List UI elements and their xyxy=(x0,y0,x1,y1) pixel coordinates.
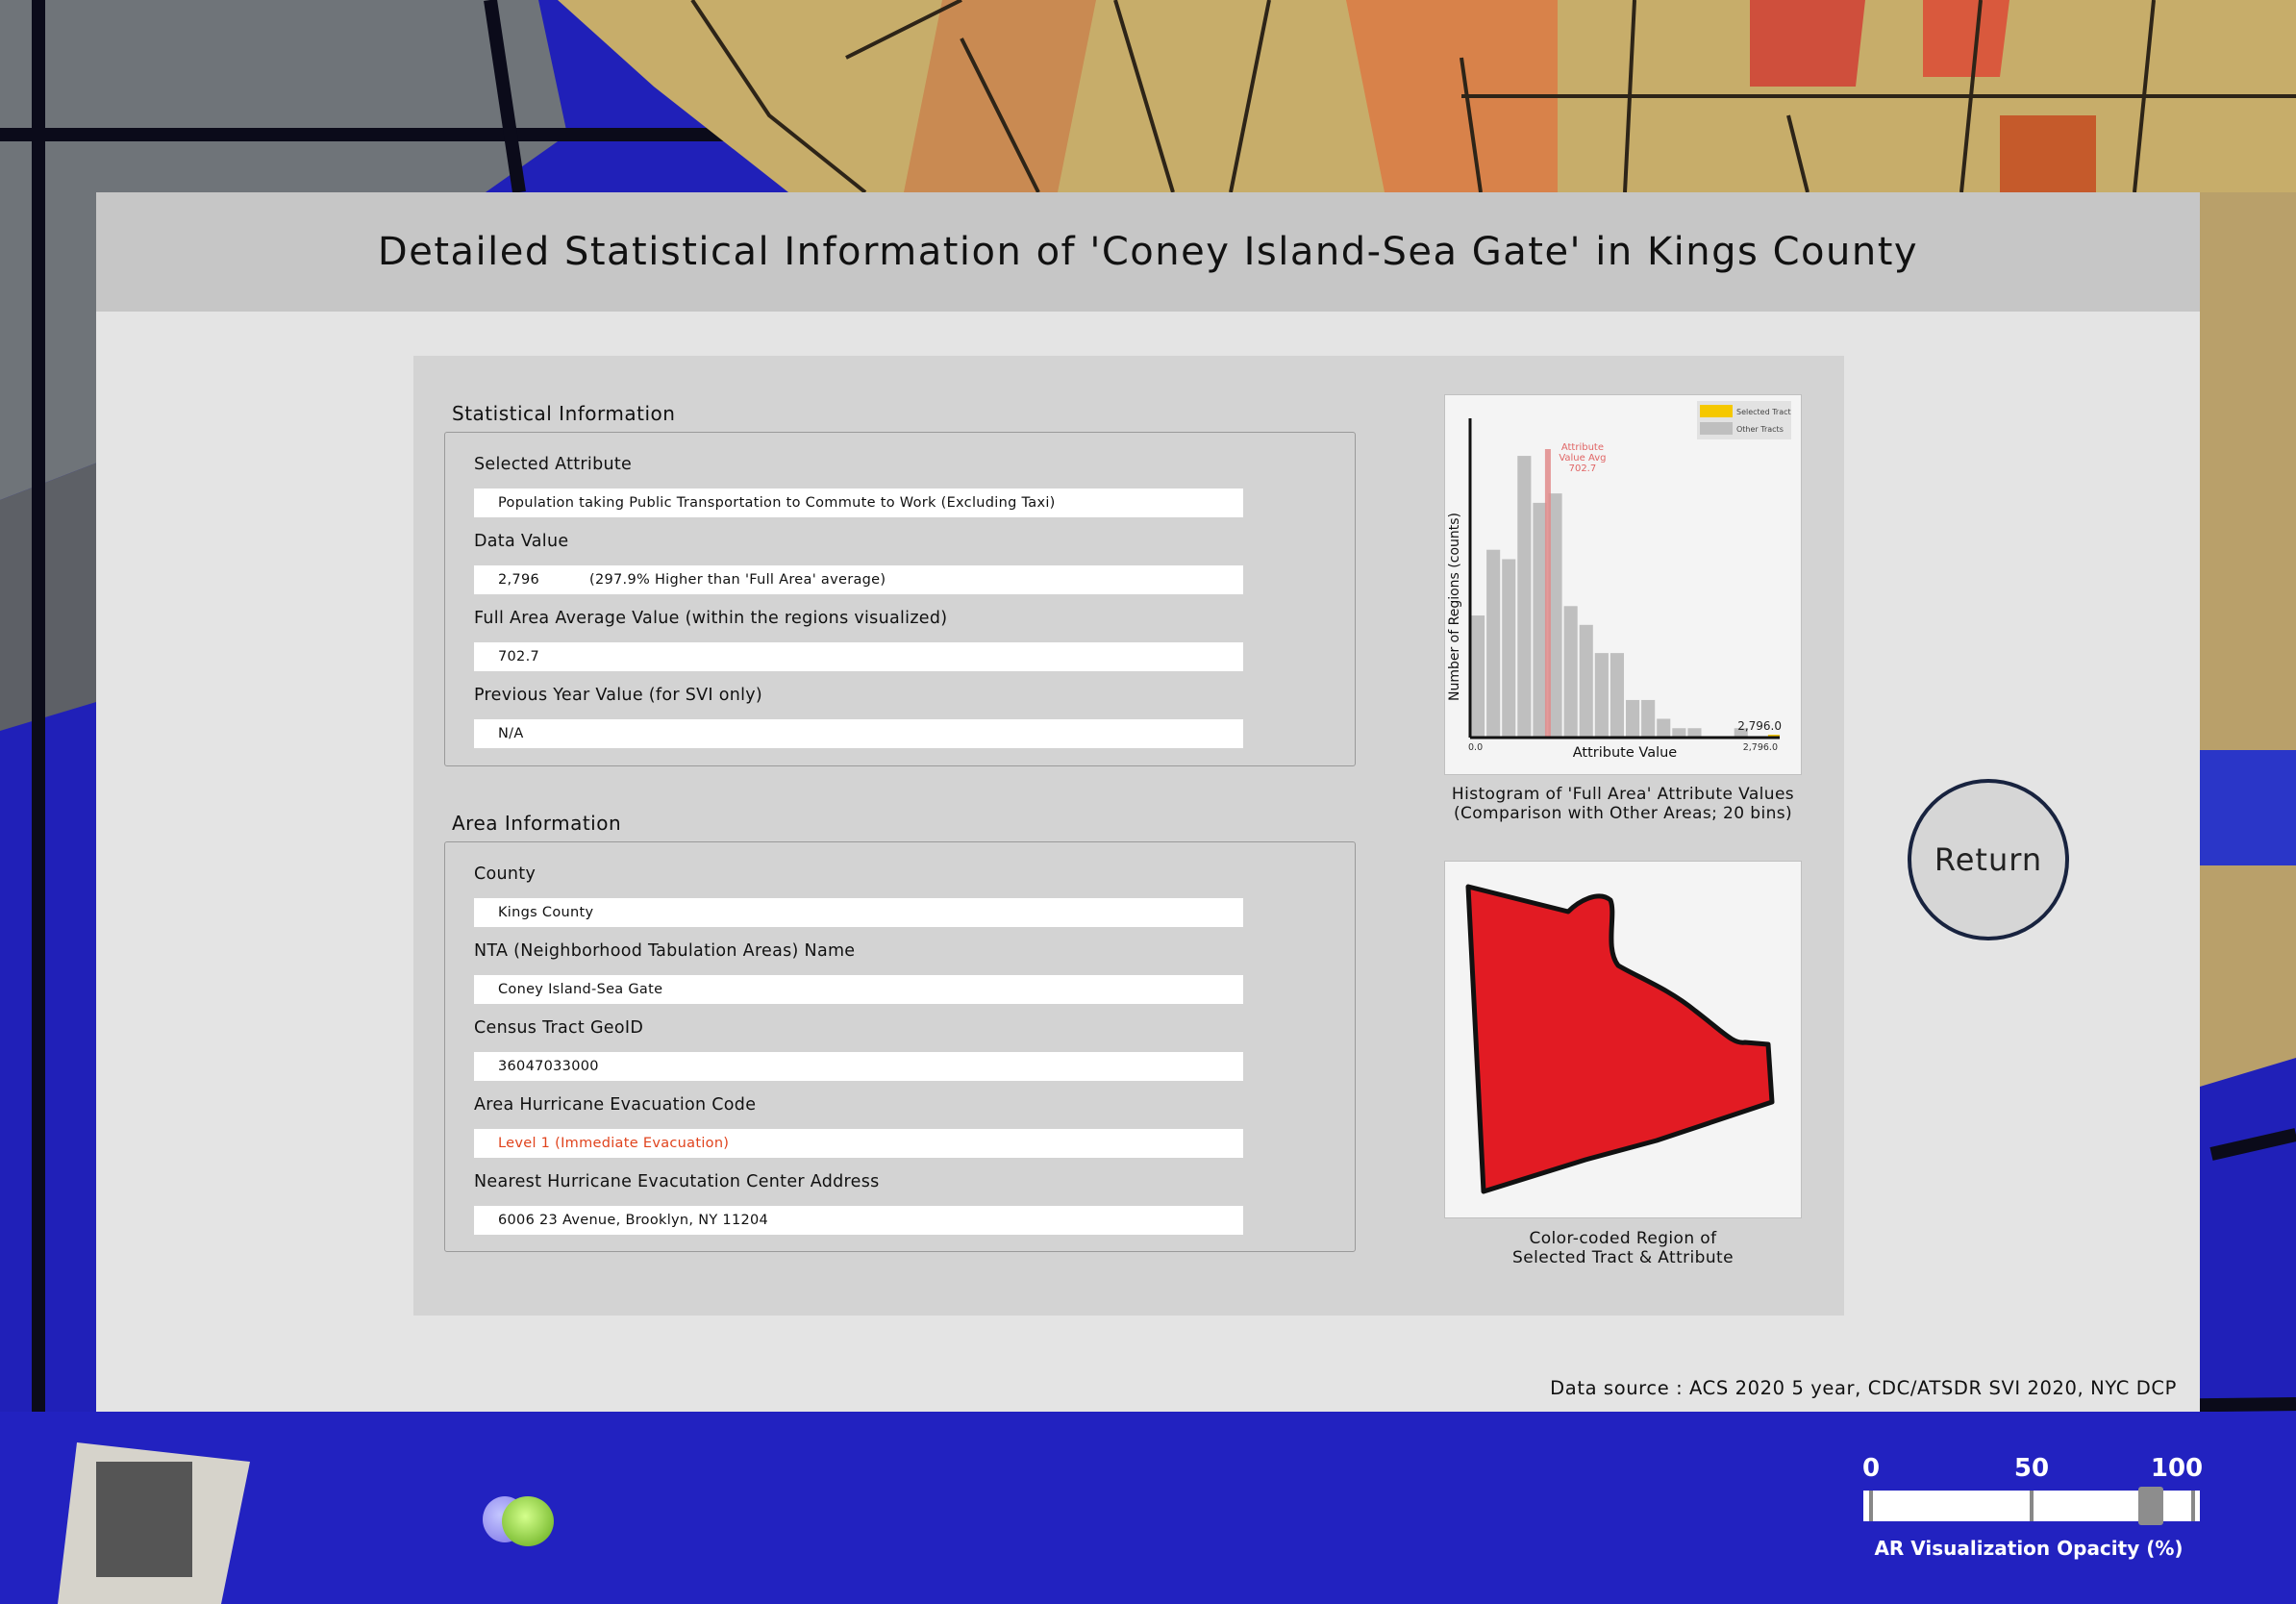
full-area-average-label: Full Area Average Value (within the regi… xyxy=(474,609,948,628)
histogram-bar xyxy=(1641,699,1656,738)
histogram-bar xyxy=(1626,699,1640,738)
statistical-section-title: Statistical Information xyxy=(452,402,676,425)
histogram-bar xyxy=(1657,718,1671,738)
x-tick-label-min: 0.0 xyxy=(1468,742,1483,753)
histogram-caption: Histogram of 'Full Area' Attribute Value… xyxy=(1413,785,1833,823)
previous-year-field: N/A xyxy=(474,719,1243,748)
selected-attribute-value: Population taking Public Transportation … xyxy=(498,495,1056,511)
slider-tick-100 xyxy=(2191,1491,2195,1521)
data-source: Data source : ACS 2020 5 year, CDC/ATSDR… xyxy=(1550,1377,2177,1399)
x-tick-label-max: 2,796.0 xyxy=(1743,742,1778,753)
evacuation-center-field: 6006 23 Avenue, Brooklyn, NY 11204 xyxy=(474,1206,1243,1235)
info-panel: Detailed Statistical Information of 'Con… xyxy=(96,192,2200,1412)
geoid-label: Census Tract GeoID xyxy=(474,1018,644,1038)
data-value-field: 2,796 (297.9% Higher than 'Full Area' ave… xyxy=(474,565,1243,594)
previous-year-value: N/A xyxy=(498,726,524,741)
geoid-value: 36047033000 xyxy=(498,1059,599,1074)
histogram-bar xyxy=(1610,653,1624,738)
ar-anchor-orb-green xyxy=(502,1496,554,1546)
slider-tick-0 xyxy=(1869,1491,1873,1521)
y-axis-label: Number of Regions (counts) xyxy=(1447,513,1462,701)
average-line xyxy=(1544,449,1551,738)
histogram-bar xyxy=(1563,606,1578,738)
statistical-fieldset: Selected Attribute Population taking Pub… xyxy=(444,432,1356,766)
evacuation-center-value: 6006 23 Avenue, Brooklyn, NY 11204 xyxy=(498,1213,769,1228)
legend-label: Selected Tract xyxy=(1736,408,1791,416)
x-axis-label: Attribute Value xyxy=(1573,745,1678,761)
content-area: Statistical Information Selected Attribu… xyxy=(413,356,1844,1316)
nta-field: Coney Island-Sea Gate xyxy=(474,975,1243,1004)
evacuation-code-value: Level 1 (Immediate Evacuation) xyxy=(498,1136,730,1151)
histogram-bar xyxy=(1471,615,1485,738)
nta-value: Coney Island-Sea Gate xyxy=(498,982,663,997)
slider-tick-50 xyxy=(2030,1491,2034,1521)
evacuation-code-field: Level 1 (Immediate Evacuation) xyxy=(474,1129,1243,1158)
histogram-caption-line2: (Comparison with Other Areas; 20 bins) xyxy=(1453,804,1793,823)
full-area-average-field: 702.7 xyxy=(474,642,1243,671)
county-label: County xyxy=(474,865,537,884)
slider-label: AR Visualization Opacity (%) xyxy=(1874,1537,2184,1560)
evacuation-center-label: Nearest Hurricane Evacutation Center Add… xyxy=(474,1172,880,1191)
legend-swatch xyxy=(1700,405,1733,417)
selected-attribute-field: Population taking Public Transportation … xyxy=(474,489,1243,517)
county-field: Kings County xyxy=(474,898,1243,927)
nta-label: NTA (Neighborhood Tabulation Areas) Name xyxy=(474,941,856,961)
histogram-bar xyxy=(1533,502,1547,738)
histogram-bar xyxy=(1486,549,1501,738)
region-shape xyxy=(1465,884,1775,1194)
selected-tract-region xyxy=(1465,884,1775,1194)
histogram-caption-line1: Histogram of 'Full Area' Attribute Value… xyxy=(1451,785,1795,804)
previous-year-label: Previous Year Value (for SVI only) xyxy=(474,686,763,705)
panel-title: Detailed Statistical Information of 'Con… xyxy=(377,230,1919,274)
evacuation-code-label: Area Hurricane Evacuation Code xyxy=(474,1095,757,1115)
legend-label: Other Tracts xyxy=(1736,425,1784,434)
average-label: 702.7 xyxy=(1569,464,1597,474)
average-label: Attribute xyxy=(1561,442,1604,453)
data-value-comparison: (297.9% Higher than 'Full Area' average) xyxy=(589,572,886,588)
geoid-field: 36047033000 xyxy=(474,1052,1243,1081)
county-value: Kings County xyxy=(498,905,594,920)
average-label: Value Avg xyxy=(1559,453,1606,464)
selected-value-label: 2,796.0 xyxy=(1737,719,1782,733)
slider-tick-label-50: 50 xyxy=(2013,1454,2050,1483)
region-card xyxy=(1444,861,1802,1218)
full-area-average-value: 702.7 xyxy=(498,649,540,664)
area-section-title: Area Information xyxy=(452,812,622,835)
data-value-label: Data Value xyxy=(474,532,569,551)
histogram-card: 2,796.0 Attribute Value Avg 702.7 0.0 2,796.0… xyxy=(1444,394,1802,775)
region-caption: Color-coded Region of Selected Tract & A… xyxy=(1413,1229,1833,1267)
slider-tick-label-100: 100 xyxy=(2150,1454,2204,1483)
data-value: 2,796 xyxy=(498,572,540,588)
histogram-bar xyxy=(1517,456,1532,738)
histogram-bar xyxy=(1502,559,1516,738)
selected-attribute-label: Selected Attribute xyxy=(474,455,633,474)
opacity-slider[interactable]: 0 50 100 AR Visualization Opacity (%) xyxy=(1856,1454,2204,1569)
slider-thumb[interactable] xyxy=(2138,1487,2164,1525)
return-button[interactable]: Return xyxy=(1908,779,2069,940)
histogram-chart: 2,796.0 AttributeValue Avg702.7 0.0 2,796.0… xyxy=(1447,401,1791,761)
histogram-bar xyxy=(1594,653,1609,738)
panel-header: Detailed Statistical Information of 'Con… xyxy=(96,192,2200,312)
slider-tick-label-0: 0 xyxy=(1861,1454,1881,1483)
histogram-bar xyxy=(1579,624,1593,738)
region-caption-line2: Selected Tract & Attribute xyxy=(1512,1248,1734,1267)
legend-swatch xyxy=(1700,422,1733,435)
area-fieldset: County Kings County NTA (Neighborhood Ta… xyxy=(444,841,1356,1252)
region-caption-line1: Color-coded Region of xyxy=(1529,1229,1717,1248)
